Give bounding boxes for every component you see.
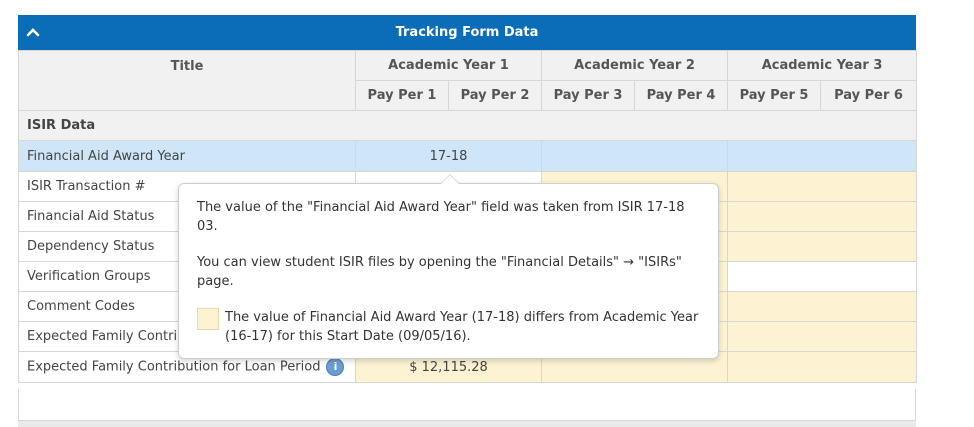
academic-year-2-value[interactable] bbox=[541, 140, 729, 172]
academic-year-1-value[interactable]: 17-18 bbox=[354, 140, 543, 172]
pay-period-6-header: Pay Per 6 bbox=[820, 80, 918, 111]
info-icon[interactable]: i bbox=[326, 358, 345, 376]
academic-year-3-value[interactable] bbox=[727, 321, 918, 352]
academic-year-3-value[interactable] bbox=[727, 140, 918, 172]
academic-year-3-value[interactable] bbox=[727, 231, 918, 262]
section-title: ISIR Data bbox=[17, 110, 918, 141]
academic-year-2-header: Academic Year 2 bbox=[541, 50, 729, 81]
pay-period-2-header: Pay Per 2 bbox=[447, 80, 543, 111]
tooltip-mismatch-text: The value of Financial Aid Award Year (1… bbox=[225, 310, 699, 344]
tooltip-arrow bbox=[440, 174, 460, 184]
table-row[interactable]: Financial Aid Award Year 17-18 bbox=[18, 140, 918, 172]
academic-year-3-value[interactable] bbox=[727, 261, 918, 292]
panel-title: Tracking Form Data bbox=[395, 25, 539, 40]
academic-year-3-value[interactable] bbox=[727, 351, 918, 383]
panel-header[interactable]: Tracking Form Data bbox=[18, 15, 916, 50]
row-label-text: Expected Family Contribution for Loan Pe… bbox=[27, 359, 321, 375]
pay-period-1-header: Pay Per 1 bbox=[355, 80, 449, 111]
title-column-header: Title bbox=[18, 50, 356, 111]
tooltip-source-text: The value of the "Financial Aid Award Ye… bbox=[197, 200, 685, 234]
academic-year-1-header: Academic Year 1 bbox=[354, 50, 543, 81]
academic-year-3-value[interactable] bbox=[727, 201, 918, 232]
pay-period-5-header: Pay Per 5 bbox=[727, 80, 822, 111]
header-row-groups: Title Academic Year 1 Academic Year 2 Ac… bbox=[18, 50, 918, 111]
highlight-swatch bbox=[197, 308, 219, 330]
tooltip-legend: The value of Financial Aid Award Year (1… bbox=[197, 308, 700, 346]
academic-year-3-value[interactable] bbox=[727, 171, 918, 202]
pay-period-3-header: Pay Per 3 bbox=[541, 80, 636, 111]
table-footer-area bbox=[18, 389, 916, 421]
academic-year-3-header: Academic Year 3 bbox=[727, 50, 918, 81]
tooltip-isir-hint: You can view student ISIR files by openi… bbox=[197, 255, 682, 289]
horizontal-scrollbar[interactable] bbox=[18, 421, 916, 427]
section-row-isir: ISIR Data bbox=[17, 110, 918, 141]
pay-period-4-header: Pay Per 4 bbox=[634, 80, 729, 111]
info-tooltip: The value of the "Financial Aid Award Ye… bbox=[178, 174, 719, 359]
row-label: Financial Aid Award Year bbox=[18, 140, 356, 172]
academic-year-3-value[interactable] bbox=[727, 291, 918, 322]
